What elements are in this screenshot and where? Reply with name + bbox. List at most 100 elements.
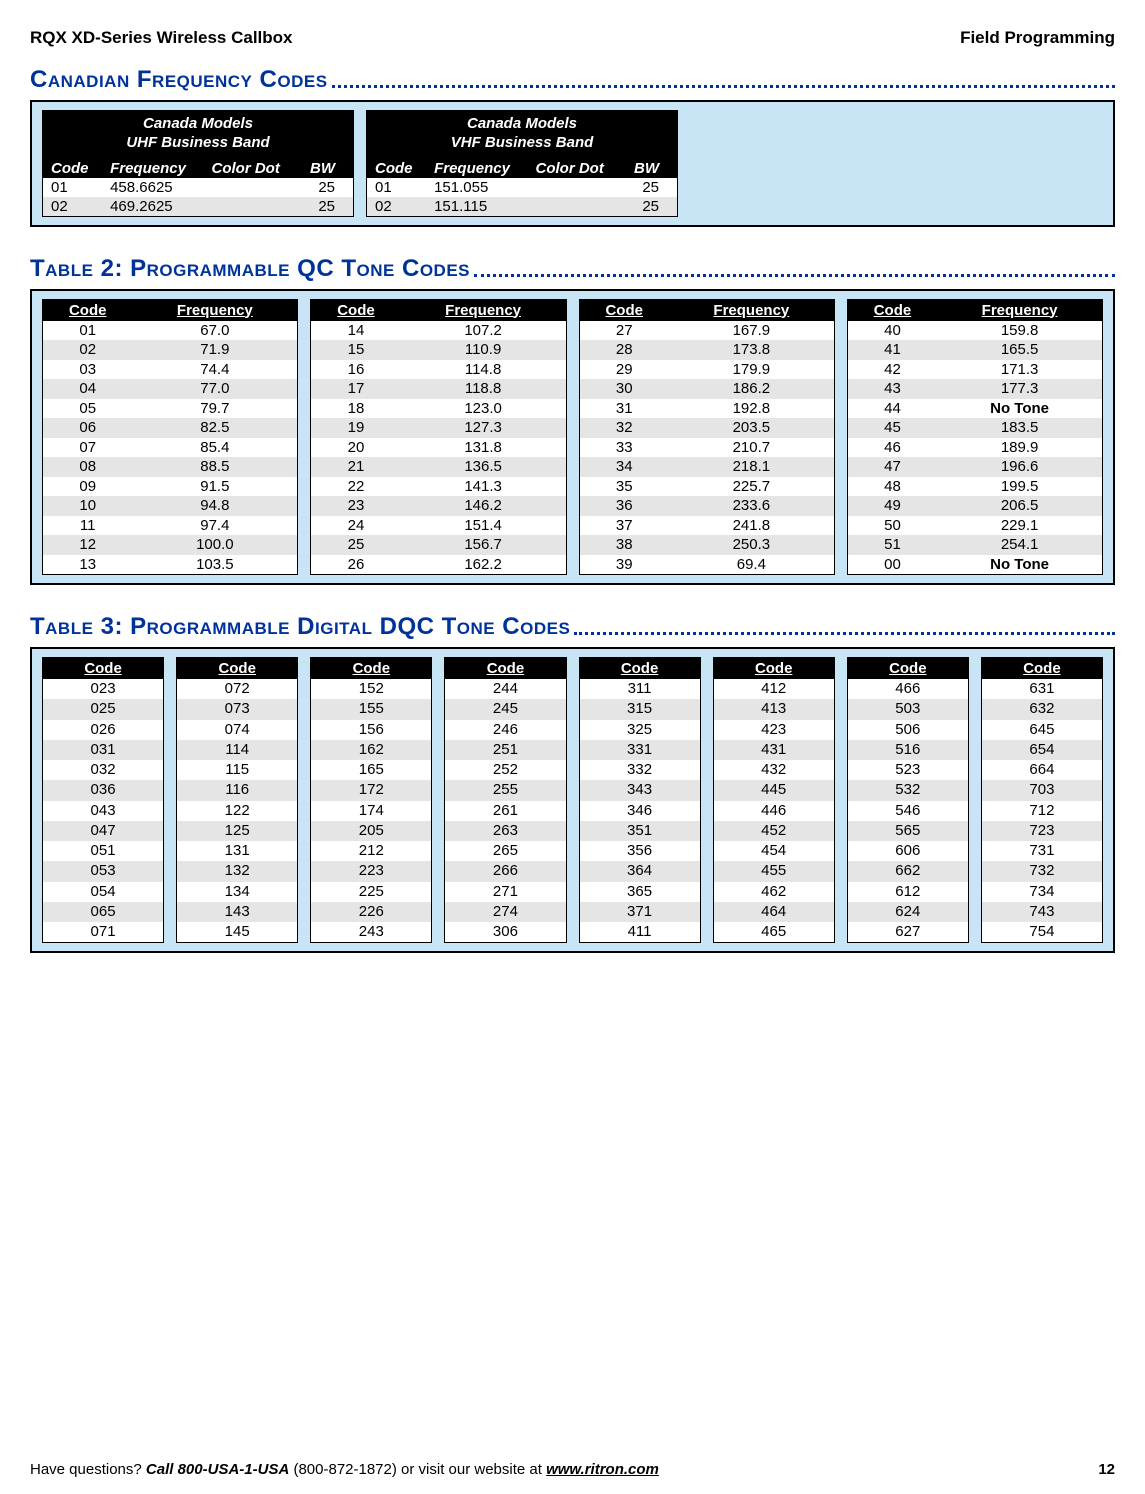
cell-code: 131	[177, 841, 297, 861]
table-row: 315	[580, 699, 700, 719]
cell-colordot	[204, 178, 297, 197]
cell-code: 271	[445, 882, 565, 902]
header-right: Field Programming	[960, 28, 1115, 48]
table-row: 624	[848, 902, 968, 922]
cell-code: 49	[848, 496, 937, 516]
cell-code: 072	[177, 679, 297, 699]
cell-code: 174	[311, 801, 431, 821]
cell-code: 654	[982, 740, 1102, 760]
table-row: 47196.6	[848, 457, 1102, 477]
table-row: 1197.4	[43, 516, 297, 536]
cell-frequency: 131.8	[401, 438, 566, 458]
table-row: 23146.2	[311, 496, 565, 516]
heading-dqc-tone-text: Table 3: Programmable Digital DQC Tone C…	[30, 613, 570, 641]
dqc-tone-table: Code072073074114115116122125131132134143…	[176, 657, 298, 943]
cell-code: 026	[43, 720, 163, 740]
cell-frequency: 82.5	[132, 418, 297, 438]
table-row: 026	[43, 720, 163, 740]
table-row: 1094.8	[43, 496, 297, 516]
header-left: RQX XD-Series Wireless Callbox	[30, 28, 293, 48]
cell-code: 36	[580, 496, 669, 516]
table-row: 734	[982, 882, 1102, 902]
table-row: 40159.8	[848, 321, 1102, 341]
cell-code: 703	[982, 780, 1102, 800]
cell-code: 30	[580, 379, 669, 399]
cell-frequency: 186.2	[669, 379, 834, 399]
cell-frequency: 103.5	[132, 555, 297, 575]
cell-code: 16	[311, 360, 400, 380]
cell-code: 47	[848, 457, 937, 477]
cell-code: 34	[580, 457, 669, 477]
cell-code: 445	[714, 780, 834, 800]
qc-tone-table: CodeFrequency14107.215110.916114.817118.…	[310, 299, 566, 576]
cell-code: 51	[848, 535, 937, 555]
table-row: 174	[311, 801, 431, 821]
table-row: 032	[43, 760, 163, 780]
table-row: 01151.05525	[367, 178, 677, 197]
table-row: 546	[848, 801, 968, 821]
cell-code: 20	[311, 438, 400, 458]
table-row: 065	[43, 902, 163, 922]
table-row: 306	[445, 922, 565, 942]
footer-website-link[interactable]: www.ritron.com	[546, 1461, 659, 1478]
cell-frequency: 167.9	[669, 321, 834, 341]
table-row: 462	[714, 882, 834, 902]
cell-code: 08	[43, 457, 132, 477]
page-number: 12	[1098, 1461, 1115, 1478]
heading-leader-dots	[332, 81, 1115, 88]
table-row: 532	[848, 780, 968, 800]
cell-code: 225	[311, 882, 431, 902]
footer-text: Have questions? Call 800-USA-1-USA (800-…	[30, 1461, 659, 1478]
table-column-header: Code	[714, 658, 834, 679]
cell-code: 45	[848, 418, 937, 438]
table-row: 411	[580, 922, 700, 942]
table-row: 172	[311, 780, 431, 800]
cell-code: 50	[848, 516, 937, 536]
table-column-header: Code	[848, 658, 968, 679]
cell-code: 46	[848, 438, 937, 458]
cell-code: 465	[714, 922, 834, 942]
table-row: 51254.1	[848, 535, 1102, 555]
table-row: 36233.6	[580, 496, 834, 516]
cell-code: 40	[848, 321, 937, 341]
table-row: 116	[177, 780, 297, 800]
panel-dqc-tone: Code023025026031032036043047051053054065…	[30, 647, 1115, 953]
table-row: 503	[848, 699, 968, 719]
cell-frequency: 171.3	[937, 360, 1102, 380]
cell-code: 122	[177, 801, 297, 821]
cell-frequency: 151.115	[426, 197, 527, 216]
col-code: Code	[982, 658, 1102, 679]
cell-code: 246	[445, 720, 565, 740]
cell-frequency: 118.8	[401, 379, 566, 399]
cell-frequency: 100.0	[132, 535, 297, 555]
cell-code: 043	[43, 801, 163, 821]
cell-code: 115	[177, 760, 297, 780]
cell-code: 06	[43, 418, 132, 438]
cell-frequency: No Tone	[937, 555, 1102, 575]
cell-frequency: 206.5	[937, 496, 1102, 516]
table-row: 48199.5	[848, 477, 1102, 497]
table-row: 114	[177, 740, 297, 760]
table-row: 263	[445, 821, 565, 841]
cell-code: 031	[43, 740, 163, 760]
cell-code: 365	[580, 882, 700, 902]
table-row: 29179.9	[580, 360, 834, 380]
cell-code: 114	[177, 740, 297, 760]
table-row: 00No Tone	[848, 555, 1102, 575]
dqc-tone-table: Code466503506516523532546565606662612624…	[847, 657, 969, 943]
cell-code: 252	[445, 760, 565, 780]
table-row: 17118.8	[311, 379, 565, 399]
table-row: 122	[177, 801, 297, 821]
cell-frequency: 123.0	[401, 399, 566, 419]
cell-frequency: 469.2625	[102, 197, 203, 216]
cell-code: 036	[43, 780, 163, 800]
cell-code: 33	[580, 438, 669, 458]
cell-code: 532	[848, 780, 968, 800]
cell-code: 413	[714, 699, 834, 719]
dqc-tone-table: Code412413423431432445446452454455462464…	[713, 657, 835, 943]
cell-code: 41	[848, 340, 937, 360]
cell-code: 074	[177, 720, 297, 740]
table-title: Canada ModelsUHF Business Band	[43, 111, 353, 159]
cell-code: 165	[311, 760, 431, 780]
table-row: 19127.3	[311, 418, 565, 438]
